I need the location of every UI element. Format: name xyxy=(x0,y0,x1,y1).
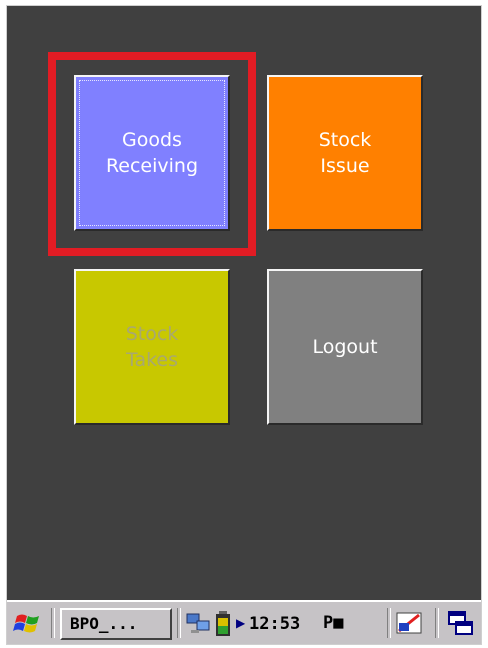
app-screen: Goods Receiving Stock Issue Stock Takes … xyxy=(7,6,481,644)
start-button[interactable] xyxy=(13,610,43,638)
goods-receiving-label: Goods Receiving xyxy=(105,129,199,177)
taskbar: BPO_... ▶ 12:53 P■ xyxy=(7,600,481,644)
stock-takes-label: Stock Takes xyxy=(125,323,179,371)
battery-icon[interactable] xyxy=(214,610,232,638)
stock-takes-button[interactable]: Stock Takes xyxy=(74,269,230,425)
network-icon[interactable] xyxy=(185,612,211,636)
input-panel-icon xyxy=(396,612,422,634)
taskbar-separator xyxy=(177,608,181,638)
clock-suffix: P■ xyxy=(323,613,344,633)
taskbar-separator xyxy=(435,608,439,638)
goods-receiving-button[interactable]: Goods Receiving xyxy=(74,75,230,231)
logout-button[interactable]: Logout xyxy=(267,269,423,425)
input-panel-button[interactable] xyxy=(395,609,425,639)
windows-flag-icon xyxy=(13,614,39,633)
desktop-switch-icon xyxy=(448,611,473,635)
logout-label: Logout xyxy=(312,336,378,358)
taskbar-separator xyxy=(387,608,391,638)
taskbar-separator xyxy=(51,608,55,638)
clock-time[interactable]: 12:53 xyxy=(249,614,300,634)
tray-expand-arrow-icon[interactable]: ▶ xyxy=(236,616,245,630)
task-button-bpo[interactable]: BPO_... xyxy=(60,608,172,640)
desktop-switch-button[interactable] xyxy=(447,610,475,638)
stock-issue-button[interactable]: Stock Issue xyxy=(267,75,423,231)
stock-issue-label: Stock Issue xyxy=(318,129,372,177)
